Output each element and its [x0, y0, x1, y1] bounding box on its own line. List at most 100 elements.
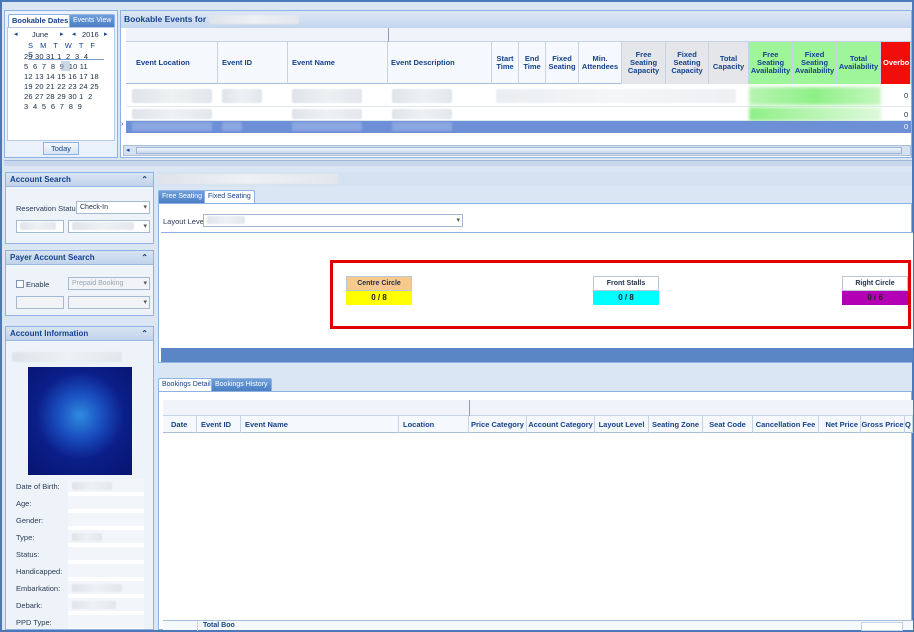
events-horizontal-scrollbar[interactable]: ◂: [123, 145, 911, 156]
col-cancellation-fee[interactable]: Cancellation Fee: [753, 416, 819, 433]
col-event-id[interactable]: Event ID: [197, 416, 241, 433]
prev-year-icon[interactable]: ◂: [72, 30, 76, 38]
col-fixed-seating-availability[interactable]: Fixed Seating Availability: [793, 42, 837, 84]
col-overbooking[interactable]: Overbo: [881, 42, 911, 84]
calendar-week[interactable]: 19 20 21 22 23 24 25: [24, 82, 99, 91]
bookings-footer: Total Boo: [163, 620, 913, 631]
scroll-thumb[interactable]: [136, 147, 902, 154]
seating-footer-bar: [161, 348, 913, 362]
horizontal-splitter[interactable]: [4, 160, 912, 166]
bookings-panel: Date Event ID Event Name Location Price …: [158, 391, 913, 631]
seating-zone-centre-circle[interactable]: Centre Circle 0 / 8: [346, 276, 412, 305]
prepaid-booking-select[interactable]: Prepaid Booking: [68, 277, 150, 290]
overbooking-value: 0: [904, 122, 909, 131]
enable-checkbox[interactable]: [16, 280, 24, 288]
layout-level-select[interactable]: [203, 214, 463, 227]
col-fixed-seating-capacity[interactable]: Fixed Seating Capacity: [666, 42, 709, 84]
col-layout-level[interactable]: Layout Level: [595, 416, 649, 433]
col-event-location[interactable]: Event Location: [126, 42, 218, 84]
col-fixed-seating[interactable]: Fixed Seating: [546, 42, 579, 84]
today-button[interactable]: Today: [43, 142, 79, 155]
calendar-week[interactable]: 5 6 7 8 9 10 11: [24, 62, 88, 71]
field-label: Date of Birth:: [16, 482, 60, 491]
overbooking-value: 0: [904, 110, 909, 119]
collapse-icon[interactable]: ⌃: [141, 173, 148, 187]
col-net-price[interactable]: Net Price: [819, 416, 861, 433]
col-event-description[interactable]: Event Description: [388, 42, 492, 84]
payer-type-select[interactable]: [68, 296, 150, 309]
events-title-label: Bookable Events for: [124, 14, 207, 24]
field-label: Status:: [16, 550, 40, 559]
table-row-selected[interactable]: 0: [126, 121, 911, 133]
overbooking-value: 0: [904, 91, 909, 100]
zone-count: 0 / 8: [346, 291, 412, 305]
col-gross-price[interactable]: Gross Price: [861, 416, 905, 433]
col-price-category[interactable]: Price Category: [469, 416, 527, 433]
field-label: Handicapped:: [16, 567, 63, 576]
col-free-seating-availability[interactable]: Free Seating Availability: [749, 42, 793, 84]
payer-field[interactable]: [16, 296, 64, 309]
tab-bookings-history[interactable]: Bookings History: [211, 378, 272, 391]
calendar-week[interactable]: 12 13 14 15 16 17 18: [24, 72, 99, 81]
row-pointer-icon: ›: [121, 121, 124, 128]
zone-count: 0 / 6: [842, 291, 908, 305]
table-row[interactable]: 0: [126, 85, 911, 107]
tab-events-view[interactable]: Events View: [69, 14, 116, 27]
enable-label: Enable: [26, 280, 50, 289]
account-search-title: Account Search ⌃: [6, 173, 153, 187]
col-account-category[interactable]: Account Category: [527, 416, 595, 433]
field-label: Embarkation:: [16, 584, 61, 593]
total-bookings-label: Total Boo: [203, 622, 235, 629]
grid-header: Event Location Event ID Event Name Event…: [126, 42, 911, 84]
account-search-panel: Account Search ⌃ Reservation Status: Chec…: [5, 172, 154, 244]
year-label[interactable]: 2016: [82, 30, 99, 39]
next-year-icon[interactable]: ▸: [104, 30, 108, 38]
col-event-id[interactable]: Event ID: [218, 42, 288, 84]
calendar-week[interactable]: 3 4 5 6 7 8 9: [24, 102, 82, 111]
layout-level-label: Layout Level:: [163, 217, 208, 226]
col-min-attendees[interactable]: Min. Attendees: [579, 42, 622, 84]
field-label: Type:: [16, 533, 35, 542]
footer-field: [861, 622, 903, 631]
tab-bookable-dates[interactable]: Bookable Dates: [8, 14, 73, 27]
col-event-name[interactable]: Event Name: [288, 42, 388, 84]
col-end-time[interactable]: End Time: [519, 42, 546, 84]
tab-fixed-seating[interactable]: Fixed Seating: [204, 190, 255, 203]
seating-zone-right-circle[interactable]: Right Circle 0 / 6: [842, 276, 908, 305]
reservation-status-label: Reservation Status:: [16, 204, 82, 213]
prev-month-icon[interactable]: ◂: [14, 30, 18, 38]
col-seat-code[interactable]: Seat Code: [703, 416, 753, 433]
field-label: Debark:: [16, 601, 43, 610]
col-total-capacity[interactable]: Total Capacity: [709, 42, 749, 84]
calendar-week[interactable]: 29 30 31 1 2 3 4: [24, 52, 88, 61]
col-free-seating-capacity[interactable]: Free Seating Capacity: [622, 42, 666, 84]
account-search-field[interactable]: [16, 220, 64, 233]
payer-search-title: Payer Account Search ⌃: [6, 251, 153, 265]
col-total-availability[interactable]: Total Availability: [837, 42, 881, 84]
col-quantity[interactable]: Q: [905, 416, 913, 433]
zone-name: Right Circle: [842, 276, 908, 291]
seating-zone-front-stalls[interactable]: Front Stalls 0 / 8: [593, 276, 659, 305]
scroll-left-icon[interactable]: ◂: [126, 146, 130, 154]
reservation-status-select[interactable]: Check-In: [76, 201, 150, 214]
calendar-week[interactable]: 26 27 28 29 30 1 2: [24, 92, 92, 101]
tab-bookings-details[interactable]: Bookings Details: [158, 378, 219, 391]
collapse-icon[interactable]: ⌃: [141, 327, 148, 341]
next-month-icon[interactable]: ▸: [60, 30, 64, 38]
col-seating-zone[interactable]: Seating Zone: [649, 416, 703, 433]
collapse-icon[interactable]: ⌃: [141, 251, 148, 265]
selected-day-highlight: [61, 61, 70, 71]
col-start-time[interactable]: Start Time: [492, 42, 519, 84]
account-search-type-select[interactable]: [68, 220, 150, 233]
events-title-ship: [209, 15, 299, 24]
col-date[interactable]: Date: [163, 416, 197, 433]
account-info-title: Account Information ⌃: [6, 327, 153, 341]
month-label[interactable]: June: [32, 30, 48, 39]
zone-name: Front Stalls: [593, 276, 659, 291]
tab-free-seating[interactable]: Free Seating: [158, 190, 207, 203]
col-event-name[interactable]: Event Name: [241, 416, 399, 433]
account-information-panel: Account Information ⌃ Date of Birth: Age:…: [5, 326, 154, 630]
account-name: [12, 352, 122, 362]
table-row[interactable]: 0: [126, 107, 911, 121]
col-location[interactable]: Location: [399, 416, 469, 433]
